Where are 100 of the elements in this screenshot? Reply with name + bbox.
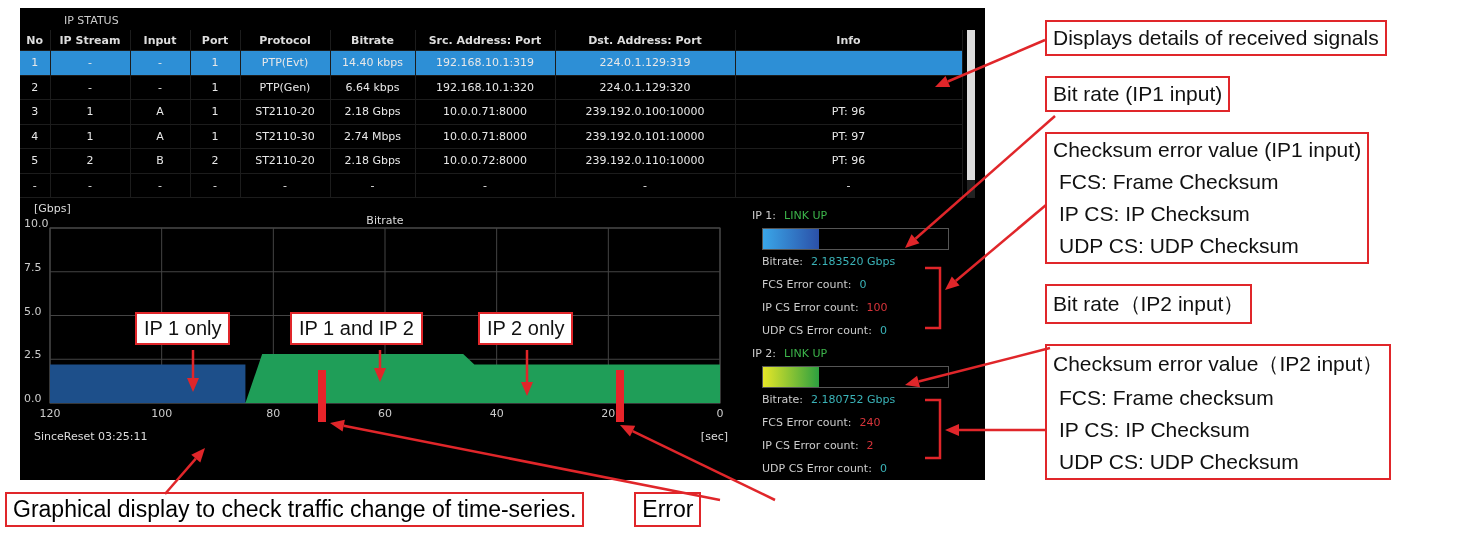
chart-callout: IP 2 only	[478, 312, 574, 345]
error-marker	[318, 370, 326, 422]
bitrate-value: 2.180752 Gbps	[810, 393, 896, 406]
x-tick-label: 100	[151, 407, 173, 420]
table-cell: A	[156, 105, 164, 119]
scrollbar[interactable]	[966, 30, 975, 198]
table-cell: 192.168.10.1:320	[435, 80, 535, 94]
x-tick-label: 80	[266, 407, 281, 420]
table-cell: 192.168.10.1:319	[435, 56, 535, 70]
table-cell: PTP(Gen)	[259, 80, 311, 94]
table-cell: -	[213, 178, 217, 192]
bitrate-label: Bitrate:	[762, 393, 803, 406]
table-cell: A	[156, 129, 164, 143]
callout-line: FCS: Frame checksum	[1058, 386, 1275, 410]
error-count-value: 0	[879, 324, 887, 337]
arrow	[187, 350, 199, 392]
stream-row[interactable]: 3 1 A 1 ST2110-20 2.18 Gbps 10.0.0.71:8000 239.192.0.100:10000 PT: 96	[20, 99, 962, 124]
error-count-value: 0	[879, 462, 887, 475]
table-cell: 10.0.0.71:8000	[442, 105, 528, 119]
column-header: No	[20, 30, 50, 51]
callout-line: IP CS: IP Checksum	[1058, 418, 1251, 442]
column-header: Dst. Address: Port	[555, 30, 735, 51]
callout-title: Displays details of received signals	[1053, 26, 1379, 50]
table-cell: 6.64 kbps	[345, 80, 400, 94]
table-cell: 2.18 Gbps	[344, 105, 401, 119]
error-count-value: 2	[866, 439, 874, 452]
table-cell: PT: 96	[831, 105, 866, 119]
table-cell: PT: 97	[831, 129, 866, 143]
table-cell: 2.18 Gbps	[344, 154, 401, 168]
column-header: Bitrate	[330, 30, 415, 51]
error-count-value: 240	[859, 416, 881, 429]
table-cell: 1	[86, 105, 94, 119]
table-cell: 224.0.1.129:319	[599, 56, 691, 70]
table-cell: 239.192.0.110:10000	[585, 154, 705, 168]
table-cell: PT: 96	[831, 154, 866, 168]
table-cell: -	[88, 56, 92, 70]
x-tick-label: 20	[601, 407, 616, 420]
table-cell: 1	[211, 80, 219, 94]
table-cell: 10.0.0.71:8000	[442, 129, 528, 143]
table-cell: 2	[31, 80, 39, 94]
x-tick-label: 60	[378, 407, 392, 420]
table-cell: 10.0.0.72:8000	[442, 154, 528, 168]
table-cell: -	[158, 178, 162, 192]
x-tick-label: 40	[489, 407, 504, 420]
error-count-label: UDP CS Error count:	[762, 324, 872, 337]
bracket	[925, 266, 942, 330]
table-cell: -	[32, 178, 37, 192]
table-cell: 2	[211, 154, 219, 168]
chart-title: Bitrate	[366, 214, 404, 227]
screen-title: IP STATUS	[63, 13, 120, 29]
table-cell: 239.192.0.101:10000	[585, 129, 705, 143]
table-cell: 1	[211, 56, 219, 70]
callout-title: Bit rate（IP2 input）	[1053, 291, 1245, 317]
error-count-value: 100	[866, 301, 888, 314]
error-count-label: FCS Error count:	[762, 278, 852, 291]
table-cell: ST2110-20	[255, 154, 315, 168]
error-count-label: IP CS Error count:	[762, 439, 859, 452]
table-cell: ST2110-20	[255, 105, 315, 119]
stream-row[interactable]: 5 2 B 2 ST2110-20 2.18 Gbps 10.0.0.72:8000 239.192.0.110:10000 PT: 96	[20, 148, 962, 173]
table-cell: 1	[211, 105, 219, 119]
table-cell: 4	[31, 129, 39, 143]
table-cell: 2	[86, 154, 94, 168]
table-cell: -	[643, 178, 647, 192]
callout-title: Checksum error value（IP2 input）	[1053, 351, 1384, 377]
stream-row[interactable]: - - - - - - - - -	[20, 173, 962, 198]
table-cell: B	[156, 154, 164, 168]
column-header: Input	[130, 30, 190, 51]
callout-label: Graphical display to check traffic change of time-series.	[5, 492, 585, 527]
chart-callout: IP 1 only	[135, 312, 231, 345]
y-tick-label: 5.0	[24, 304, 42, 318]
port-label: IP 1:	[752, 209, 777, 222]
y-axis-unit: [Gbps]	[34, 202, 71, 215]
table-cell: -	[846, 178, 851, 192]
callout-title: Bit rate (IP1 input)	[1053, 82, 1223, 106]
table-cell: -	[88, 80, 92, 94]
callout-title: Checksum error value (IP1 input)	[1053, 138, 1362, 162]
table-cell: PTP(Evt)	[261, 56, 309, 70]
stream-row[interactable]: 2 - - 1 PTP(Gen) 6.64 kbps 192.168.10.1:320 224.0.1.129:320	[20, 75, 962, 100]
arrow	[164, 448, 205, 495]
table-cell: 2.74 Mbps	[343, 129, 402, 143]
x-tick-label: 0	[716, 407, 724, 420]
callout-line: IP CS: IP Checksum	[1058, 202, 1251, 226]
callout-line: UDP CS: UDP Checksum	[1058, 234, 1300, 258]
chart-callout: IP 1 and IP 2	[290, 312, 423, 345]
table-cell: 14.40 kbps	[341, 56, 404, 70]
bitrate-label: Bitrate:	[762, 255, 803, 268]
table-cell: 1	[86, 129, 94, 143]
since-reset-time: SinceReset 03:25:11	[34, 430, 148, 443]
table-cell: 224.0.1.129:320	[599, 80, 691, 94]
error-count-label: FCS Error count:	[762, 416, 852, 429]
table-cell: ST2110-30	[255, 129, 315, 143]
table-cell: -	[283, 178, 287, 192]
error-count-label: UDP CS Error count:	[762, 462, 872, 475]
table-cell: -	[370, 178, 375, 192]
stream-row[interactable]: 4 1 A 1 ST2110-30 2.74 Mbps 10.0.0.71:8000 239.192.0.101:10000 PT: 97	[20, 124, 962, 149]
error-count-value: 0	[859, 278, 867, 291]
column-header: Src. Address: Port	[415, 30, 555, 51]
table-cell: -	[483, 178, 487, 192]
table-cell: 239.192.0.100:10000	[585, 105, 705, 119]
y-tick-label: 2.5	[24, 348, 42, 362]
